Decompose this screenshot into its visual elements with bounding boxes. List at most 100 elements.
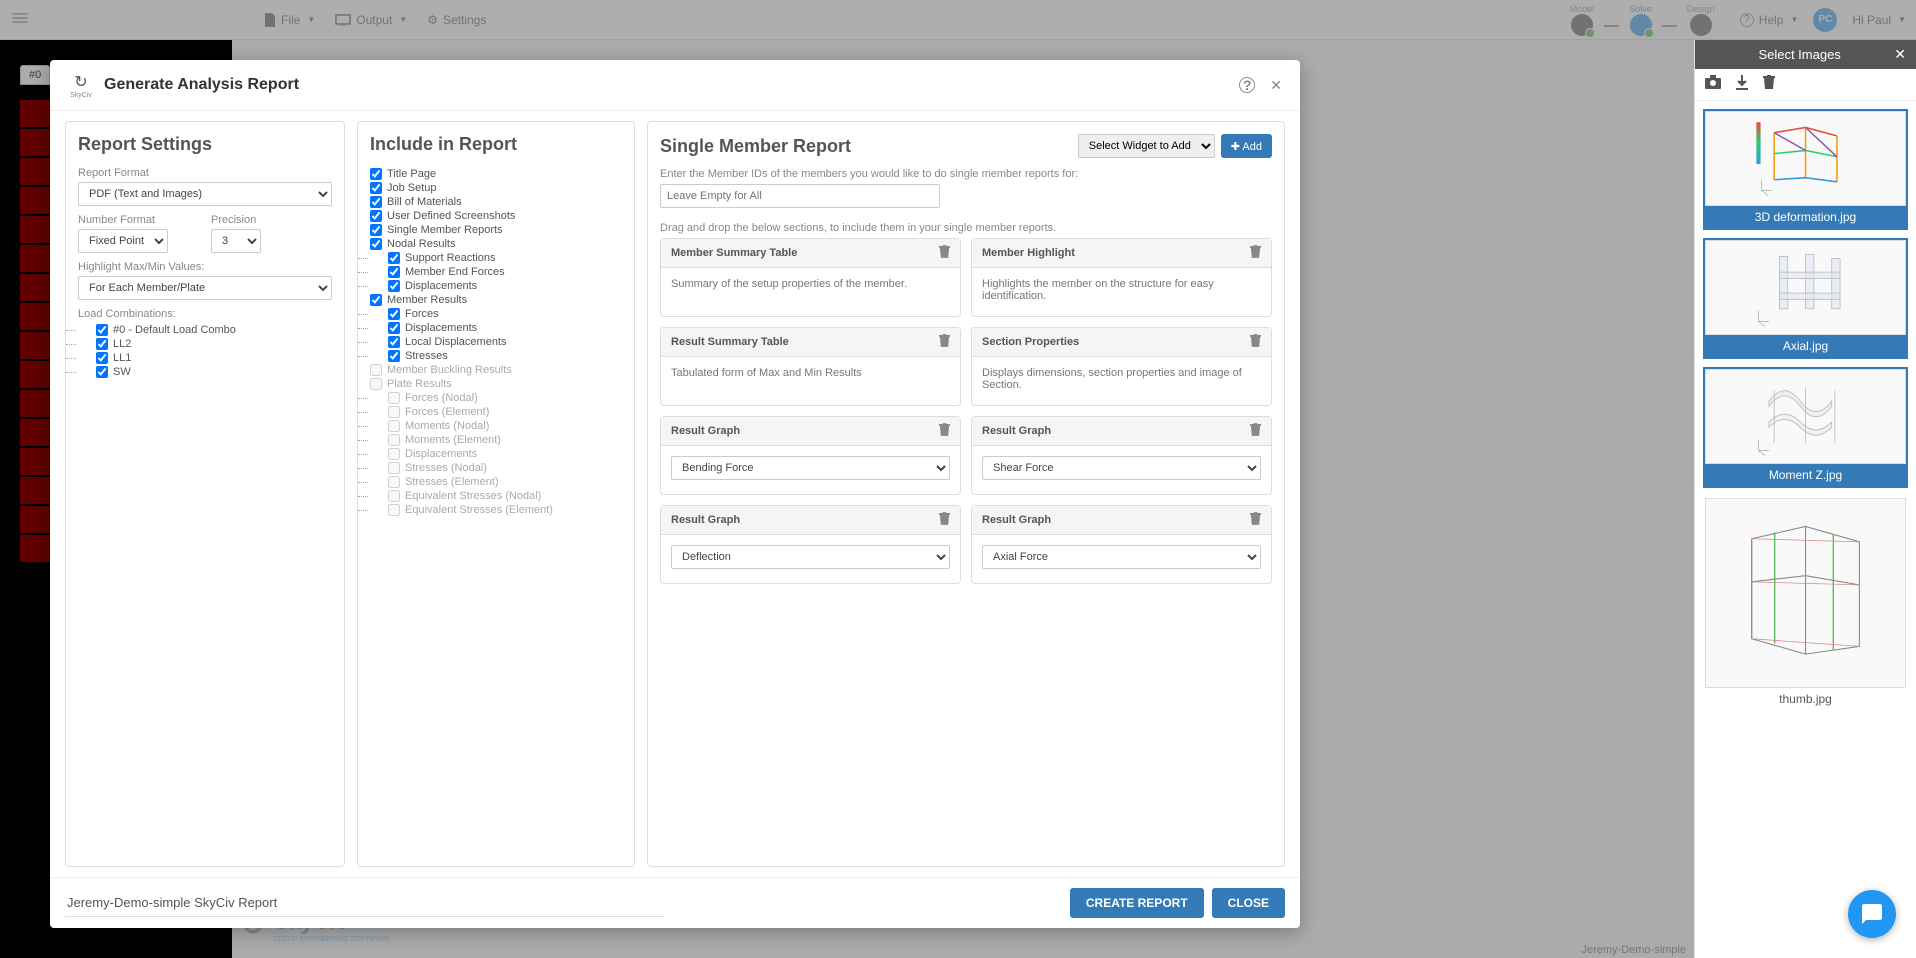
widget-card[interactable]: Result Summary TableTabulated form of Ma… (660, 327, 961, 406)
include-item[interactable]: Local Displacements (370, 335, 622, 349)
include-item[interactable]: Forces (370, 307, 622, 321)
include-item[interactable]: Title Page (370, 167, 622, 181)
image-item[interactable]: Axial.jpg (1703, 238, 1908, 359)
include-item[interactable]: Displacements (370, 321, 622, 335)
image-item[interactable]: Moment Z.jpg (1703, 367, 1908, 488)
include-label: Equivalent Stresses (Element) (405, 504, 553, 516)
member-ids-input[interactable] (660, 184, 940, 208)
result-graph-select[interactable]: Deflection (671, 545, 950, 569)
result-graph-select[interactable]: Bending Force (671, 456, 950, 480)
include-checkbox[interactable] (388, 252, 400, 264)
include-checkbox[interactable] (370, 238, 382, 250)
widget-title: Result Graph (671, 425, 740, 437)
single-member-title: Single Member Report (660, 136, 851, 157)
include-label: Stresses (Nodal) (405, 462, 487, 474)
include-item: Member Buckling Results (370, 363, 622, 377)
widget-card[interactable]: Member HighlightHighlights the member on… (971, 238, 1272, 317)
include-checkbox[interactable] (388, 350, 400, 362)
widget-card[interactable]: Result Graph Deflection (660, 505, 961, 584)
widget-title: Result Graph (671, 514, 740, 526)
load-combo-checkbox[interactable] (96, 352, 108, 364)
images-panel-close-icon[interactable]: ✕ (1894, 46, 1906, 63)
report-name-input[interactable] (65, 889, 665, 917)
include-checkbox[interactable] (370, 182, 382, 194)
number-format-select[interactable]: Fixed Point (78, 229, 168, 253)
include-checkbox[interactable] (370, 196, 382, 208)
include-item[interactable]: Nodal Results (370, 237, 622, 251)
load-combo-item[interactable]: LL1 (78, 351, 332, 365)
widget-card[interactable]: Member Summary TableSummary of the setup… (660, 238, 961, 317)
widget-card[interactable]: Result GraphAxial Force (971, 505, 1272, 584)
include-item[interactable]: Job Setup (370, 181, 622, 195)
download-icon[interactable] (1735, 75, 1749, 94)
include-checkbox (388, 406, 400, 418)
widget-card[interactable]: Section Properties Displays dimensions, s… (971, 327, 1272, 406)
include-item[interactable]: Bill of Materials (370, 195, 622, 209)
modal-help-icon[interactable]: ? (1239, 77, 1255, 93)
widget-header: Section Properties (972, 328, 1271, 357)
trash-icon[interactable] (1763, 75, 1775, 94)
image-item[interactable]: 3D deformation.jpg (1703, 109, 1908, 230)
include-checkbox (388, 434, 400, 446)
include-checkbox[interactable] (388, 266, 400, 278)
highlight-select[interactable]: For Each Member/Plate (78, 276, 332, 300)
include-label: Stresses (Element) (405, 476, 499, 488)
precision-select[interactable]: 3 (211, 229, 261, 253)
include-checkbox[interactable] (388, 336, 400, 348)
image-item[interactable]: thumb.jpg (1703, 496, 1908, 712)
include-item[interactable]: User Defined Screenshots (370, 209, 622, 223)
load-combo-item[interactable]: #0 - Default Load Combo (78, 323, 332, 337)
include-item[interactable]: Displacements (370, 279, 622, 293)
include-title: Include in Report (370, 134, 622, 155)
result-graph-select[interactable]: Shear Force (982, 456, 1261, 480)
include-item[interactable]: Support Reactions (370, 251, 622, 265)
include-label: Moments (Element) (405, 434, 501, 446)
include-label: Bill of Materials (387, 196, 462, 208)
include-item[interactable]: Stresses (370, 349, 622, 363)
widget-card[interactable]: Result Graph Bending Force (660, 416, 961, 495)
include-checkbox[interactable] (388, 322, 400, 334)
include-checkbox (370, 378, 382, 390)
camera-icon[interactable] (1705, 75, 1721, 94)
widget-delete-icon[interactable] (939, 245, 950, 261)
widget-delete-icon[interactable] (939, 512, 950, 528)
load-combo-checkbox[interactable] (96, 324, 108, 336)
result-graph-select[interactable]: Axial Force (982, 545, 1261, 569)
widget-delete-icon[interactable] (1250, 423, 1261, 439)
widget-delete-icon[interactable] (939, 334, 950, 350)
load-combo-checkbox[interactable] (96, 366, 108, 378)
load-combo-checkbox[interactable] (96, 338, 108, 350)
widget-title: Section Properties (982, 336, 1079, 348)
widget-delete-icon[interactable] (1250, 512, 1261, 528)
widget-delete-icon[interactable] (1250, 245, 1261, 261)
create-report-button[interactable]: CREATE REPORT (1070, 888, 1204, 918)
chat-bubble-icon[interactable] (1848, 890, 1896, 938)
include-checkbox[interactable] (388, 280, 400, 292)
include-checkbox (370, 364, 382, 376)
include-item: Forces (Element) (370, 405, 622, 419)
load-combo-item[interactable]: SW (78, 365, 332, 379)
format-select[interactable]: PDF (Text and Images) (78, 182, 332, 206)
include-label: Equivalent Stresses (Nodal) (405, 490, 541, 502)
widget-delete-icon[interactable] (939, 423, 950, 439)
include-item[interactable]: Member End Forces (370, 265, 622, 279)
include-item[interactable]: Member Results (370, 293, 622, 307)
widget-type-select[interactable]: Select Widget to Add (1078, 134, 1215, 158)
include-checkbox[interactable] (388, 308, 400, 320)
widget-title: Result Graph (982, 425, 1051, 437)
include-item[interactable]: Single Member Reports (370, 223, 622, 237)
load-combo-item[interactable]: LL2 (78, 337, 332, 351)
widget-desc: Displays dimensions, section properties … (982, 367, 1261, 391)
include-item: Moments (Nodal) (370, 419, 622, 433)
modal-close-icon[interactable]: ✕ (1270, 77, 1282, 94)
include-label: Plate Results (387, 378, 452, 390)
add-widget-button[interactable]: ✚ Add (1221, 134, 1272, 158)
close-modal-button[interactable]: CLOSE (1212, 888, 1285, 918)
widget-card[interactable]: Result Graph Shear Force (971, 416, 1272, 495)
include-checkbox[interactable] (370, 210, 382, 222)
include-checkbox[interactable] (370, 294, 382, 306)
widget-delete-icon[interactable] (1250, 334, 1261, 350)
include-checkbox[interactable] (370, 168, 382, 180)
include-checkbox[interactable] (370, 224, 382, 236)
include-checkbox (388, 448, 400, 460)
